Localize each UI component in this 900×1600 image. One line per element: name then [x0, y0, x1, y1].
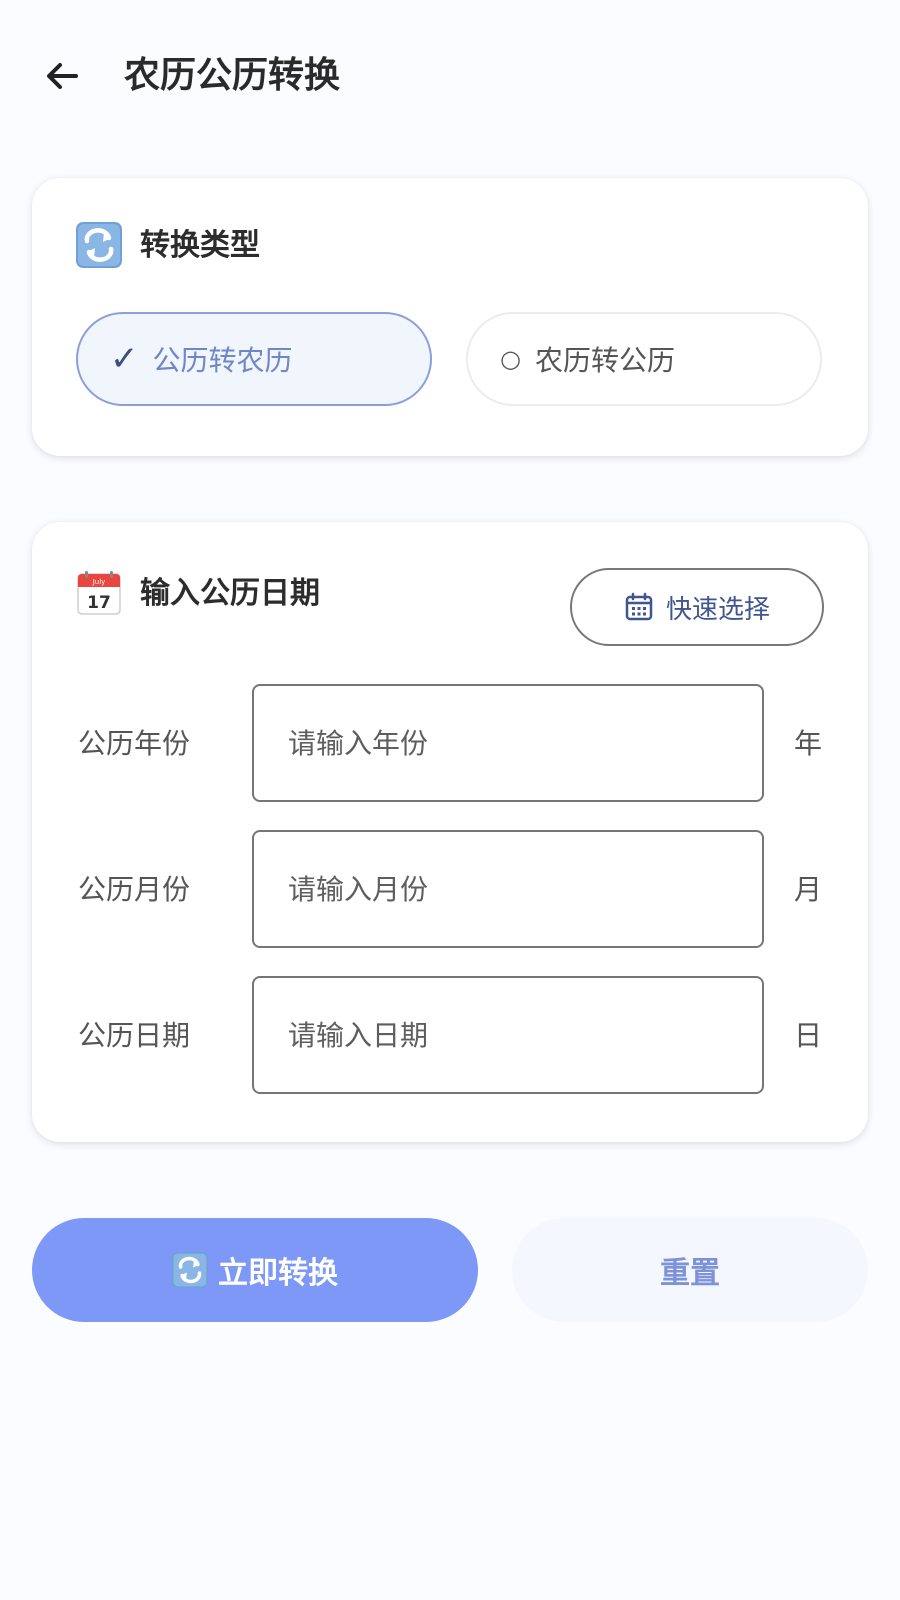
convert-button[interactable]: 立即转换 — [32, 1218, 478, 1322]
option-label: 农历转公历 — [534, 344, 675, 377]
month-label: 公历月份 — [78, 873, 191, 906]
reset-label: 重置 — [660, 1256, 720, 1291]
swap-arrows-icon — [172, 1252, 208, 1288]
year-label: 公历年份 — [78, 727, 191, 760]
calendar-emoji-icon: July 17 — [77, 571, 121, 615]
swap-arrows-icon — [76, 222, 122, 268]
date-input-title: 输入公历日期 — [140, 576, 320, 611]
date-input-card: July 17 输入公历日期 快速选择 公历年份 年 公历月份 月 公历日期 日 — [32, 522, 868, 1142]
convert-label: 立即转换 — [218, 1256, 338, 1291]
app-header: 农历公历转换 — [0, 0, 900, 150]
radio-circle-icon: ○ — [500, 345, 521, 373]
conversion-type-title: 转换类型 — [140, 228, 260, 263]
quick-select-button[interactable]: 快速选择 — [570, 568, 824, 646]
calendar-icon-month: July — [92, 578, 106, 586]
calendar-icon — [625, 592, 653, 621]
option-solar-to-lunar[interactable]: ✓ 公历转农历 — [76, 312, 432, 406]
calendar-icon-day: 17 — [87, 593, 111, 613]
back-arrow-icon — [47, 63, 78, 89]
reset-button[interactable]: 重置 — [512, 1218, 868, 1322]
page-title: 农历公历转换 — [124, 55, 341, 96]
back-button[interactable] — [38, 52, 86, 100]
quick-select-label: 快速选择 — [665, 594, 770, 625]
day-unit: 日 — [794, 1019, 823, 1052]
day-label: 公历日期 — [78, 1019, 191, 1052]
option-label: 公历转农历 — [152, 344, 293, 377]
year-unit: 年 — [794, 727, 823, 760]
option-lunar-to-solar[interactable]: ○ 农历转公历 — [466, 312, 822, 406]
conversion-type-card: 转换类型 ✓ 公历转农历 ○ 农历转公历 — [32, 178, 868, 456]
month-unit: 月 — [794, 873, 823, 906]
month-input[interactable] — [252, 830, 764, 948]
checkmark-icon: ✓ — [110, 339, 139, 379]
day-input[interactable] — [252, 976, 764, 1094]
year-input[interactable] — [252, 684, 764, 802]
